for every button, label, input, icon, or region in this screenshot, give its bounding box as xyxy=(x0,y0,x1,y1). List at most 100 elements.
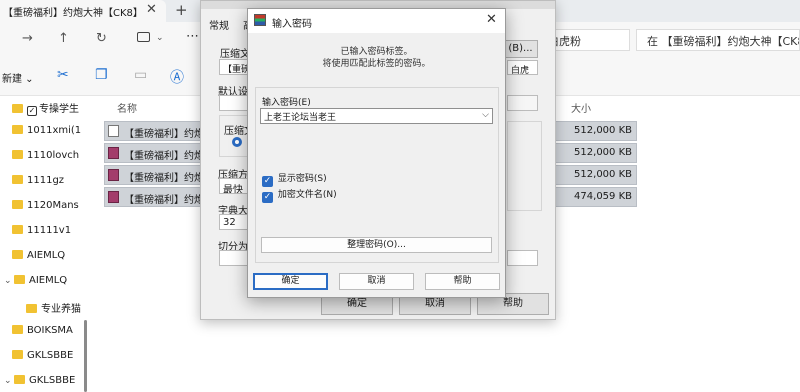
chevron-down-icon[interactable]: ⌄ xyxy=(4,376,14,386)
sidebar-item[interactable]: BOIKSMA xyxy=(12,325,73,345)
new-button-label: 新建 xyxy=(2,74,22,85)
sidebar-item-label: GKLSBBE xyxy=(29,375,76,386)
sidebar-item[interactable]: 1011xmi(1 xyxy=(12,125,81,145)
folder-icon xyxy=(12,225,23,234)
column-header-name[interactable]: 名称 xyxy=(117,100,137,115)
folder-icon xyxy=(12,125,23,134)
new-button[interactable]: 新建 ⌄ xyxy=(2,70,34,85)
new-tab-button[interactable]: + xyxy=(175,1,188,19)
cut-icon[interactable]: ✂ xyxy=(57,67,69,83)
help-button[interactable]: 帮助 xyxy=(425,273,500,290)
sidebar-item-label: BOIKSMA xyxy=(27,325,73,336)
sidebar-scrollbar[interactable] xyxy=(84,320,87,392)
checkbox-checked-icon: ✓ xyxy=(262,176,273,187)
archive-icon xyxy=(108,191,119,203)
sidebar-item-label: 1111gz xyxy=(27,175,65,186)
sidebar-item-label: 1110lovch xyxy=(27,150,80,161)
close-icon[interactable]: ✕ xyxy=(486,12,497,27)
chevron-down-icon[interactable]: ⌵ xyxy=(482,110,489,120)
folder-icon xyxy=(14,275,25,284)
ok-button[interactable]: 确定 xyxy=(253,273,328,290)
file-name: 【重磅福利】约炮 xyxy=(124,129,204,140)
password-dialog-title: 输入密码 xyxy=(272,19,312,30)
update-mode-select[interactable] xyxy=(507,95,538,111)
encrypt-filenames-checkbox[interactable]: ✓ 加密文件名(N) xyxy=(262,187,337,203)
file-size: 512,000 KB xyxy=(574,169,632,180)
folder-icon xyxy=(12,150,23,159)
file-size: 512,000 KB xyxy=(574,125,632,136)
folder-icon xyxy=(12,350,23,359)
split-unit-select[interactable] xyxy=(507,250,538,266)
more-icon[interactable]: ⋯ xyxy=(186,29,199,44)
file-size: 512,000 KB xyxy=(574,147,632,158)
tab-general[interactable]: 常规 xyxy=(209,17,229,32)
checkbox-icon[interactable]: ✓ xyxy=(27,106,37,116)
sidebar-item-label: 11111v1 xyxy=(27,225,72,236)
sidebar-item-label: 专操学生 xyxy=(39,104,79,115)
sidebar-item-label: AIEMLQ xyxy=(29,275,68,286)
folder-icon xyxy=(12,175,23,184)
folder-icon xyxy=(14,375,25,384)
folder-icon xyxy=(12,325,23,334)
chevron-down-icon[interactable]: ⌄ xyxy=(156,33,164,43)
tab-title: 【重磅福利】约炮大神【CK8】 xyxy=(3,8,143,19)
chevron-down-icon[interactable]: ⌄ xyxy=(4,276,14,286)
options-group xyxy=(507,121,542,211)
explorer-tab[interactable]: 【重磅福利】约炮大神【CK8】 ✕ xyxy=(0,0,166,22)
sidebar-item[interactable]: 1110lovch xyxy=(12,150,79,170)
file-size: 474,059 KB xyxy=(574,191,632,202)
split-volumes-select[interactable] xyxy=(219,250,249,266)
folder-icon xyxy=(12,104,23,113)
password-message-2: 将使用匹配此标签的密码。 xyxy=(322,59,431,69)
password-dialog-titlebar: 输入密码 ✕ xyxy=(248,9,505,33)
folder-icon xyxy=(26,304,37,313)
checkbox-checked-icon: ✓ xyxy=(262,192,273,203)
winrar-icon xyxy=(254,14,266,26)
sidebar-item[interactable]: 专业养猫 xyxy=(26,300,81,320)
encrypt-filenames-label: 加密文件名(N) xyxy=(277,190,337,200)
rename-icon[interactable]: Ⓐ xyxy=(170,67,184,87)
monitor-icon[interactable] xyxy=(137,32,150,42)
folder-icon xyxy=(12,200,23,209)
sidebar-item-label: GKLSBBE xyxy=(27,350,74,361)
sidebar-item[interactable]: 1120Mans xyxy=(12,200,79,220)
browse-button[interactable]: (B)... xyxy=(503,40,538,58)
up-arrow-icon[interactable]: ↑ xyxy=(58,31,69,46)
file-name: 【重磅福利】约炮 xyxy=(124,173,204,184)
format-radio[interactable] xyxy=(232,137,242,147)
column-header-size[interactable]: 大小 xyxy=(571,100,591,115)
organize-passwords-button[interactable]: 整理密码(O)... xyxy=(261,237,492,253)
copy-icon[interactable]: ❐ xyxy=(95,67,108,83)
password-input[interactable]: 上老王论坛当老王 ⌵ xyxy=(260,108,493,124)
search-input[interactable]: 在 【重磅福利】约炮大神【CK8 xyxy=(636,29,800,51)
compression-method-select[interactable]: 最快 xyxy=(219,178,249,194)
sidebar-item-label: 1011xmi(1 xyxy=(27,125,82,136)
password-dialog: 输入密码 ✕ 已输入密码标签。 将使用匹配此标签的密码。 输入密码(E) 上老王… xyxy=(247,8,506,298)
sidebar-item-label: 1120Mans xyxy=(27,200,79,211)
folder-icon xyxy=(12,250,23,259)
sidebar-item[interactable]: ⌄ AIEMLQ xyxy=(4,275,67,295)
forward-arrow-icon[interactable]: → xyxy=(22,31,33,46)
profile-select[interactable]: 白虎 xyxy=(507,60,538,75)
show-password-label: 显示密码(S) xyxy=(277,174,327,184)
sidebar-item[interactable]: GKLSBBE xyxy=(12,350,73,370)
sidebar-item-label: AIEMLQ xyxy=(27,250,66,261)
dictionary-size-select[interactable]: 32 xyxy=(219,214,249,230)
paste-icon[interactable]: ▭ xyxy=(134,67,147,83)
archive-name-input[interactable]: 【重磅 xyxy=(219,59,249,75)
sidebar-item[interactable]: 1111gz xyxy=(12,175,64,195)
sidebar-item[interactable]: 11111v1 xyxy=(12,225,71,245)
file-name: 【重磅福利】约炮 xyxy=(124,195,204,206)
sidebar-item[interactable]: ⌄ GKLSBBE xyxy=(4,375,75,392)
show-password-checkbox[interactable]: ✓ 显示密码(S) xyxy=(262,171,327,187)
password-label: 输入密码(E) xyxy=(262,98,311,108)
sidebar-item[interactable]: ✓ 专操学生 xyxy=(12,100,79,120)
refresh-icon[interactable]: ↻ xyxy=(96,31,107,46)
archive-icon xyxy=(108,169,119,181)
sidebar-item[interactable]: AIEMLQ xyxy=(12,250,65,270)
close-tab-icon[interactable]: ✕ xyxy=(146,2,157,17)
cancel-button[interactable]: 取消 xyxy=(339,273,414,290)
file-icon xyxy=(108,125,119,137)
archive-icon xyxy=(108,147,119,159)
sidebar-item-label: 专业养猫 xyxy=(41,304,81,315)
